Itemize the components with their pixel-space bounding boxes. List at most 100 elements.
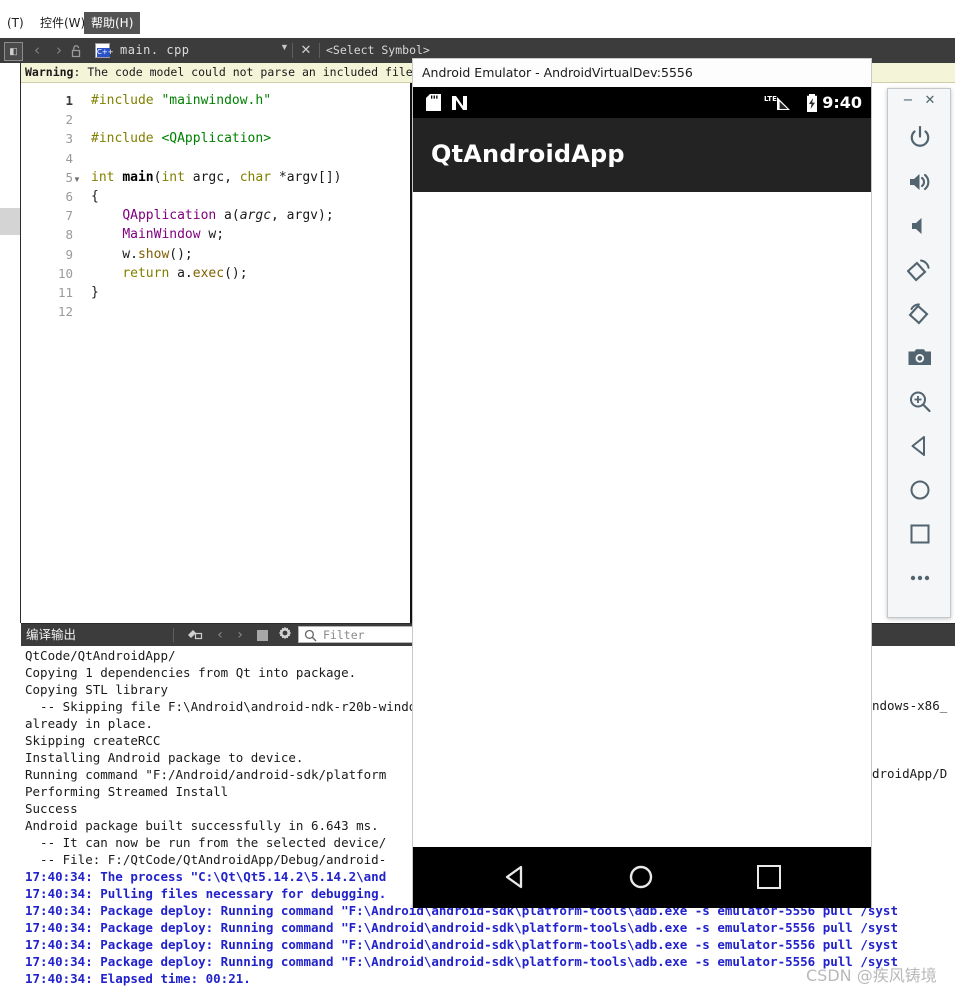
power-icon — [910, 125, 930, 147]
output-filter-placeholder: Filter — [323, 628, 365, 642]
output-line: 17:40:34: Elapsed time: 00:21. — [25, 971, 251, 986]
status-bar-clock: 9:40 — [822, 93, 862, 112]
line-number: 8 — [65, 227, 73, 243]
chevron-down-icon[interactable]: ▼ — [280, 42, 289, 52]
volume-up-icon — [910, 173, 930, 191]
warning-text: Warning: The code model could not parse … — [25, 65, 461, 79]
output-line: 17:40:34: Package deploy: Running comman… — [25, 937, 898, 952]
volume-up-button[interactable] — [888, 159, 950, 203]
navigate-back-icon[interactable]: ‹ — [28, 41, 46, 60]
output-line: Copying STL library — [25, 682, 168, 697]
code-line: MainWindow w; — [122, 227, 225, 243]
output-line: Performing Streamed Install — [25, 784, 229, 799]
output-line: already in place. — [25, 716, 153, 731]
search-icon — [304, 629, 317, 642]
unlock-icon[interactable] — [68, 43, 84, 58]
output-line: Android package built successfully in 6.… — [25, 818, 379, 833]
volume-down-button[interactable] — [888, 203, 950, 247]
android-status-bar: LTE 9:40 — [413, 87, 871, 118]
menu-item-2[interactable]: 帮助(H) — [84, 12, 141, 34]
navigate-forward-icon[interactable]: › — [50, 41, 68, 60]
line-number: 1 — [65, 93, 73, 108]
output-line: Running command "F:/Android/android-sdk/… — [25, 767, 387, 782]
code-line: w.show(); — [91, 246, 193, 262]
output-line: 17:40:34: Pulling files necessary for de… — [25, 886, 387, 901]
app-action-bar: QtAndroidApp — [413, 118, 871, 192]
code-line: int main(int argc, char *argv[]) — [91, 169, 342, 185]
line-number: 10 — [57, 265, 73, 281]
toolbar-divider-2 — [319, 43, 320, 58]
clear-pane-icon[interactable] — [184, 626, 206, 644]
sd-card-icon — [426, 94, 441, 111]
line-number: 3 — [65, 131, 73, 147]
line-number: 9 — [65, 246, 73, 262]
home-icon — [910, 480, 930, 500]
volume-down-icon — [912, 218, 922, 234]
emulator-home-button[interactable] — [888, 467, 950, 511]
android-navigation-bar — [413, 847, 871, 906]
menu-bar: (T) 控件(W) 帮助(H) — [0, 12, 955, 34]
line-number: 4 — [65, 150, 73, 166]
settings-gear-icon[interactable] — [276, 626, 294, 644]
app-content-area[interactable] — [413, 192, 871, 847]
output-line: -- It can now be run from the selected d… — [25, 835, 387, 850]
editor-left-strip — [0, 63, 21, 623]
output-line: 17:40:34: Package deploy: Running comman… — [25, 920, 898, 935]
output-line: Installing Android package to device. — [25, 750, 304, 765]
code-fold-marker[interactable]: ▼ — [73, 175, 81, 184]
emulator-overview-button[interactable] — [888, 511, 950, 555]
menu-item-0[interactable]: (T) — [0, 12, 31, 34]
editor-strip-marker — [0, 208, 20, 235]
emulator-back-button[interactable] — [888, 423, 950, 467]
svg-text:LTE: LTE — [764, 95, 777, 103]
line-number: 12 — [57, 304, 73, 320]
code-line: QApplication a(argc, argv); — [122, 208, 334, 224]
android-emulator-window[interactable]: Android Emulator - AndroidVirtualDev:555… — [412, 58, 955, 908]
emulator-title-bar[interactable]: Android Emulator - AndroidVirtualDev:555… — [412, 58, 872, 87]
code-line: #include "mainwindow.h" — [91, 93, 272, 108]
output-divider — [173, 628, 174, 642]
square-recents-icon[interactable] — [757, 865, 781, 889]
emulator-side-toolbar[interactable]: − ✕ — [887, 88, 951, 618]
minimize-button[interactable]: − — [899, 92, 917, 110]
code-line: { — [91, 189, 99, 204]
app-title: QtAndroidApp — [431, 140, 625, 168]
next-item-icon[interactable]: › — [231, 626, 249, 644]
rotate-left-button[interactable] — [888, 247, 950, 291]
cpp-file-icon: C++ — [95, 43, 114, 58]
output-line: 17:40:34: The process "C:\Qt\Qt5.14.2\5.… — [25, 869, 387, 884]
rotate-right-icon — [908, 303, 929, 325]
split-editor-button[interactable]: ◧ — [4, 42, 23, 61]
build-output-title: 编译输出 — [26, 627, 77, 642]
back-icon — [911, 436, 925, 456]
cpp-file-icon-label: C++ — [97, 48, 114, 57]
zoom-button[interactable] — [888, 379, 950, 423]
emulator-screen[interactable]: LTE 9:40 QtAndroidApp — [412, 87, 872, 908]
prev-item-icon[interactable]: ‹ — [211, 626, 229, 644]
triangle-back-icon[interactable] — [501, 863, 529, 891]
close-icon[interactable]: ✕ — [298, 41, 314, 60]
stop-icon[interactable] — [253, 626, 271, 644]
line-number-gutter: 1 2 3 4 5 ▼ 6 7 8 9 10 11 12 — [21, 83, 83, 623]
output-line: QtCode/QtAndroidApp/ — [25, 648, 176, 663]
screenshot-button[interactable] — [888, 335, 950, 379]
output-line: 17:40:34: Package deploy: Running comman… — [25, 954, 898, 969]
camera-icon — [908, 349, 931, 365]
line-number: 7 — [65, 208, 73, 224]
code-line: #include <QApplication> — [91, 131, 272, 147]
output-line: -- Skipping file F:\Android\android-ndk-… — [25, 699, 470, 714]
more-icon — [910, 575, 930, 581]
lte-signal-icon: LTE — [764, 94, 794, 111]
output-line: Success — [25, 801, 78, 816]
circle-home-icon[interactable] — [627, 863, 655, 891]
emulator-more-button[interactable] — [888, 555, 950, 599]
line-number: 5 — [65, 169, 73, 185]
warning-label: Warning — [25, 65, 74, 79]
open-file-name[interactable]: main. cpp — [120, 41, 190, 60]
rotate-right-button[interactable] — [888, 291, 950, 335]
power-button[interactable] — [888, 115, 950, 159]
close-button[interactable]: ✕ — [921, 92, 939, 110]
zoom-icon — [910, 391, 931, 413]
line-number: 11 — [57, 285, 73, 300]
nfc-icon — [451, 95, 468, 111]
